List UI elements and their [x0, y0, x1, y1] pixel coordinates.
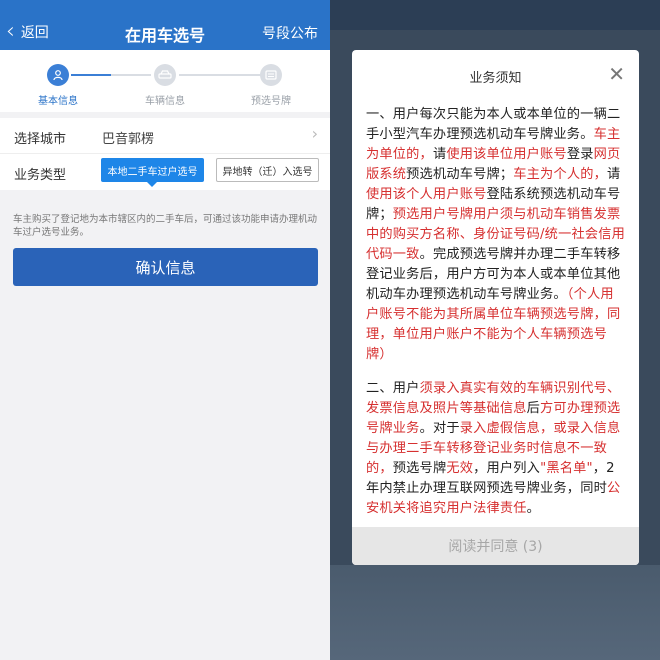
modal-header: 业务须知 ✕	[352, 50, 639, 100]
close-icon[interactable]: ✕	[608, 62, 625, 86]
text-segment: 二、用户	[366, 381, 420, 396]
modal-body[interactable]: 一、用户每次只能为本人或本单位的一辆二手小型汽车办理预选机动车号牌业务。车主为单…	[366, 105, 625, 530]
chevron-right-icon: ›	[311, 124, 318, 143]
text-segment: "黑名单"	[540, 461, 593, 476]
left-screen: ‹ 返回 在用车选号 号段公布 基本信息 车辆信息 预选号牌 选择城市 巴音郭楞…	[0, 0, 330, 660]
dimmed-nav-bar	[330, 0, 660, 30]
basic-info-form: 选择城市 巴音郭楞 › 业务类型 本地二手车过户选号 异地转（迁）入选号	[0, 118, 330, 190]
text-segment: 使用该个人用户账号	[366, 187, 487, 202]
text-segment: 使用该单位用户账号	[446, 147, 567, 162]
city-label: 选择城市	[14, 132, 67, 147]
option-local-transfer[interactable]: 本地二手车过户选号	[101, 158, 204, 187]
text-segment: 请	[607, 167, 621, 182]
progress-steps: 基本信息 车辆信息 预选号牌	[0, 50, 330, 112]
text-segment: 车主为个人的，	[513, 167, 607, 182]
step-basic-info: 基本信息	[23, 64, 93, 107]
confirm-button[interactable]: 确认信息	[13, 248, 318, 286]
text-segment: 。	[526, 501, 541, 516]
text-segment: 请	[432, 147, 447, 162]
city-row[interactable]: 选择城市 巴音郭楞 ›	[0, 118, 330, 154]
text-segment: 。对于	[419, 421, 460, 436]
agree-button[interactable]: 阅读并同意 (3)	[352, 527, 639, 565]
dimmed-background	[330, 565, 660, 660]
notice-modal: 业务须知 ✕ 一、用户每次只能为本人或本单位的一辆二手小型汽车办理预选机动车号牌…	[352, 50, 639, 565]
text-segment: 无效	[446, 461, 474, 476]
text-segment: 登录	[566, 147, 594, 162]
business-description: 车主购买了登记地为本市辖区内的二手车后，可通过该功能申请办理机动车过户选号业务。	[13, 214, 318, 238]
business-type-label: 业务类型	[14, 168, 67, 183]
step-label: 预选号牌	[251, 96, 291, 107]
step-label: 基本信息	[38, 96, 78, 107]
user-icon	[47, 64, 69, 86]
nav-bar: ‹ 返回 在用车选号 号段公布	[0, 14, 330, 50]
text-segment: 后	[526, 401, 541, 416]
step-plate-select: 预选号牌	[236, 64, 306, 107]
business-type-row: 业务类型 本地二手车过户选号 异地转（迁）入选号	[0, 154, 330, 190]
notice-paragraph-2: 二、用户须录入真实有效的车辆识别代号、发票信息及照片等基础信息后方可办理预选号牌…	[366, 379, 625, 519]
option-relocation[interactable]: 异地转（迁）入选号	[216, 158, 319, 182]
text-segment: 预选号牌	[392, 461, 447, 476]
city-value: 巴音郭楞	[102, 132, 155, 147]
plate-icon	[260, 64, 282, 86]
car-icon	[154, 64, 176, 86]
status-bar	[0, 0, 330, 14]
text-segment: 一、用户每次只能为本人或本单位的一辆二手小型汽车办理预选机动车号牌业务。	[366, 107, 621, 142]
number-range-link[interactable]: 号段公布	[262, 23, 318, 43]
step-vehicle-info: 车辆信息	[130, 64, 200, 107]
step-label: 车辆信息	[145, 96, 185, 107]
right-screen: 业务须知 ✕ 一、用户每次只能为本人或本单位的一辆二手小型汽车办理预选机动车号牌…	[330, 0, 660, 660]
text-segment: 预选机动车号牌；	[406, 167, 514, 182]
text-segment: ，用户列入	[473, 461, 541, 476]
notice-paragraph-1: 一、用户每次只能为本人或本单位的一辆二手小型汽车办理预选机动车号牌业务。车主为单…	[366, 105, 625, 365]
modal-title: 业务须知	[469, 71, 522, 86]
